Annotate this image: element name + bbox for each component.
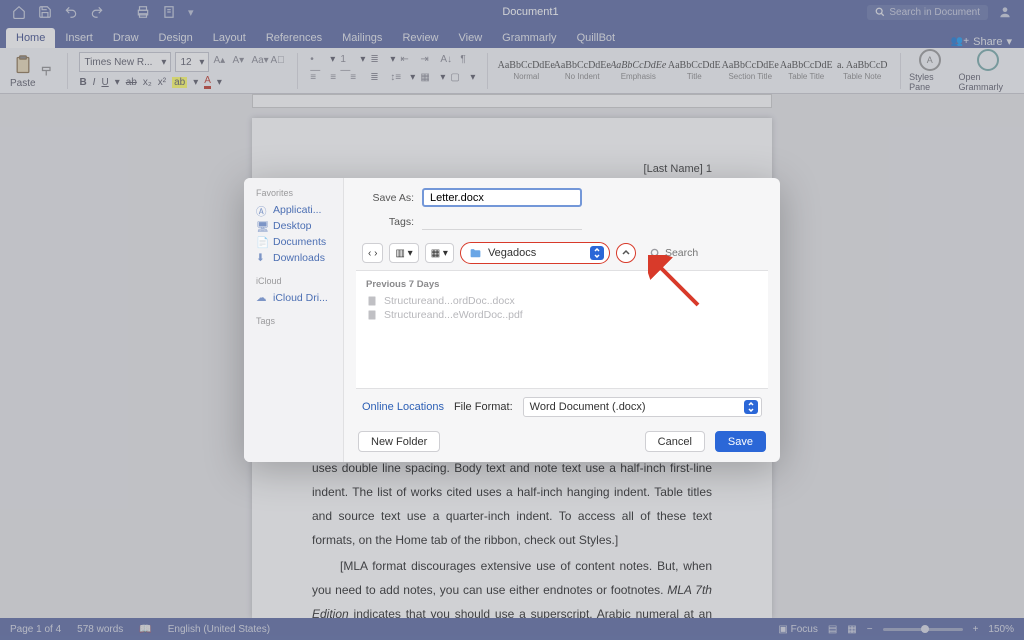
expand-toggle[interactable] [616, 243, 636, 263]
icloud-header: iCloud [250, 276, 337, 286]
chevron-up-icon [621, 248, 631, 258]
sidebar-item-icloud[interactable]: ☁iCloud Dri... [250, 290, 337, 306]
search-icon [650, 248, 661, 259]
cloud-icon: ☁ [256, 292, 268, 304]
save-sidebar: Favorites ⒶApplicati... 🖥Desktop 📄Docume… [244, 178, 344, 462]
sidebar-item-downloads[interactable]: ⬇Downloads [250, 250, 337, 266]
dialog-search[interactable] [650, 247, 725, 259]
new-folder-button[interactable]: New Folder [358, 431, 440, 452]
save-as-input[interactable] [422, 188, 582, 207]
file-list[interactable]: Previous 7 Days Structureand...ordDoc..d… [356, 270, 768, 389]
location-name: Vegadocs [488, 247, 536, 259]
downloads-icon: ⬇ [256, 252, 268, 264]
cancel-button[interactable]: Cancel [645, 431, 705, 452]
sidebar-item-desktop[interactable]: 🖥Desktop [250, 218, 337, 234]
save-as-label: Save As: [362, 192, 414, 204]
desktop-icon: 🖥 [256, 220, 268, 232]
tags-label: Tags: [362, 216, 414, 228]
sidebar-item-applications[interactable]: ⒶApplicati... [250, 202, 337, 218]
file-format-select[interactable]: Word Document (.docx) [523, 397, 762, 417]
file-row[interactable]: Structureand...ordDoc..docx [366, 294, 758, 308]
view-columns-icon[interactable]: ▥ ▾ [389, 243, 418, 263]
online-locations-button[interactable]: Online Locations [362, 401, 444, 413]
folder-icon [469, 247, 482, 260]
file-row[interactable]: Structureand...eWordDoc..pdf [366, 308, 758, 322]
date-group-header: Previous 7 Days [366, 279, 758, 290]
location-select[interactable]: Vegadocs [460, 242, 610, 264]
location-chevron-icon [590, 246, 604, 260]
save-dialog-main: Save As: Tags: ‹ › ▥ ▾ ▦ ▾ Vegadocs [344, 178, 780, 462]
back-forward[interactable]: ‹ › [362, 243, 383, 263]
app-icon: Ⓐ [256, 204, 268, 216]
tags-header: Tags [250, 316, 337, 326]
docx-icon [366, 295, 378, 307]
file-format-label: File Format: [454, 401, 513, 413]
sidebar-item-documents[interactable]: 📄Documents [250, 234, 337, 250]
documents-icon: 📄 [256, 236, 268, 248]
save-button[interactable]: Save [715, 431, 766, 452]
favorites-header: Favorites [250, 188, 337, 198]
view-grid-icon[interactable]: ▦ ▾ [425, 243, 454, 263]
dialog-search-input[interactable] [665, 247, 725, 259]
tags-input[interactable] [422, 213, 582, 230]
save-dialog: Favorites ⒶApplicati... 🖥Desktop 📄Docume… [244, 178, 780, 462]
format-chevron-icon [744, 400, 758, 414]
pdf-icon [366, 309, 378, 321]
